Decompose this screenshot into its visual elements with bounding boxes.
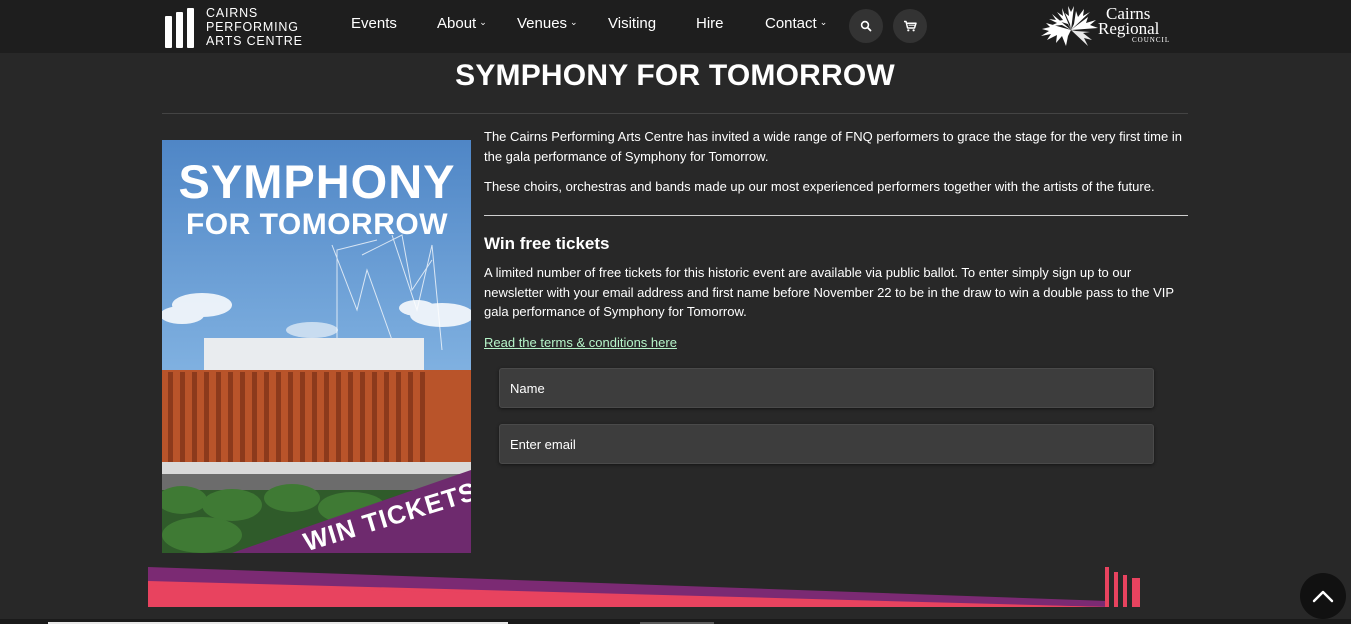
poster-title-line-2: FOR TOMORROW: [186, 208, 448, 241]
cpac-logo-text: CAIRNS PERFORMING ARTS CENTRE: [206, 6, 303, 48]
section-divider: [484, 215, 1188, 216]
decorative-footer-band: [148, 567, 1140, 607]
nav-visiting-label: Visiting: [608, 15, 657, 32]
nav-visiting[interactable]: Visiting: [608, 15, 656, 32]
page-title: SYMPHONY FOR TOMORROW: [455, 59, 895, 92]
event-poster-image: WIN TICKETS SYMPHONY FOR TOMORROW: [162, 140, 471, 553]
cart-icon: [904, 20, 917, 32]
browser-bottom-strip: [0, 619, 1351, 624]
intro-paragraph-1: The Cairns Performing Arts Centre has in…: [484, 129, 1182, 164]
top-navbar: CAIRNS PERFORMING ARTS CENTRE Events Abo…: [0, 0, 1351, 53]
nav-hire[interactable]: Hire: [696, 15, 724, 32]
brand-line-3: ARTS CENTRE: [206, 34, 303, 48]
nav-events-label: Events: [351, 15, 397, 32]
poster-illustration: WIN TICKETS SYMPHONY FOR TOMORROW: [162, 140, 471, 553]
terms-conditions-link[interactable]: Read the terms & conditions here: [484, 335, 677, 350]
cpac-logo[interactable]: CAIRNS PERFORMING ARTS CENTRE: [165, 4, 303, 50]
nav-events[interactable]: Events: [351, 15, 397, 32]
cpac-bars-icon: [1105, 567, 1140, 607]
title-divider: [162, 113, 1188, 114]
name-field-placeholder: Name: [510, 380, 545, 396]
nav-venues-label: Venues: [517, 15, 568, 32]
email-field[interactable]: Enter email: [499, 424, 1154, 464]
scroll-to-top-button[interactable]: [1300, 573, 1346, 619]
poster-title-line-1: SYMPHONY: [179, 155, 456, 208]
win-tickets-paragraph: A limited number of free tickets for thi…: [484, 265, 1174, 319]
search-button[interactable]: [849, 9, 883, 43]
search-icon: [860, 20, 872, 32]
chevron-down-icon: ⌄: [479, 17, 487, 27]
chevron-down-icon: ⌄: [570, 17, 578, 27]
chevron-down-icon: ⌄: [819, 17, 828, 27]
intro-paragraph-2: These choirs, orchestras and bands made …: [484, 179, 1155, 194]
brand-line-1: CAIRNS: [206, 6, 259, 20]
brand-line-2: PERFORMING: [206, 20, 299, 34]
win-tickets-heading: Win free tickets: [484, 234, 610, 253]
nav-hire-label: Hire: [696, 15, 724, 32]
nav-venues[interactable]: Venues ⌄: [517, 15, 578, 32]
council-line-2: Regional: [1098, 19, 1160, 38]
nav-contact-label: Contact: [765, 15, 817, 32]
nav-about[interactable]: About ⌄: [437, 15, 487, 32]
nav-about-label: About: [437, 15, 477, 32]
chevron-up-icon: [1312, 590, 1334, 603]
nav-contact[interactable]: Contact ⌄: [765, 15, 827, 32]
email-field-placeholder: Enter email: [510, 436, 576, 452]
palm-frond-icon: [1041, 6, 1098, 46]
cart-button[interactable]: [893, 9, 927, 43]
council-wordmark: Cairns Regional COUNCIL: [1098, 5, 1170, 44]
name-field[interactable]: Name: [499, 368, 1154, 408]
cpac-logo-bars-icon: [165, 6, 198, 48]
